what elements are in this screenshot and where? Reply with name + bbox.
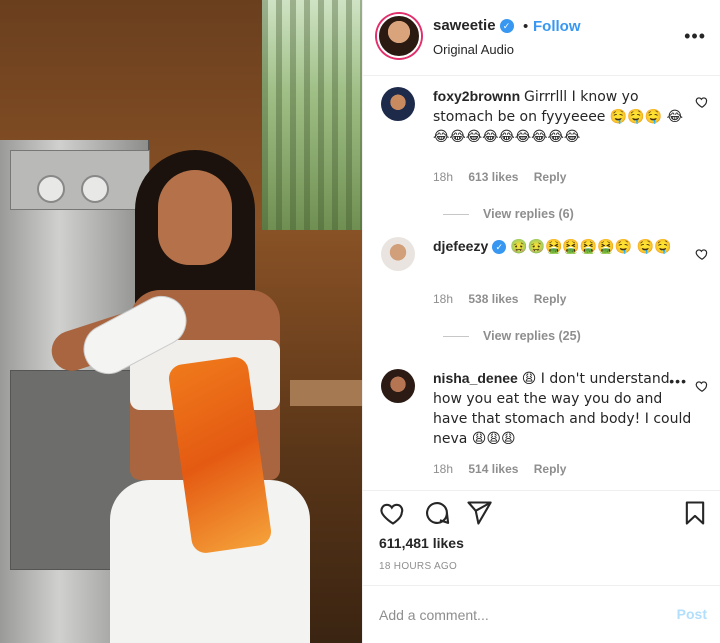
post-comment-button[interactable]: Post (677, 606, 707, 622)
likes-count[interactable]: 611,481 likes (379, 535, 464, 551)
post-header: saweetie ✓ • Follow Original Audio ••• (363, 0, 720, 76)
post-sidebar: saweetie ✓ • Follow Original Audio ••• fo… (362, 0, 720, 643)
more-options-icon[interactable]: ••• (684, 26, 706, 47)
verified-badge-icon: ✓ (499, 19, 514, 34)
reply-button[interactable]: Reply (534, 292, 567, 306)
comment-text: 🤢🤢🤮🤮🤮🤮🤤 🤤🤤 (510, 239, 672, 255)
comment-username[interactable]: foxy2brownn (433, 88, 520, 104)
verified-badge-icon: ✓ (492, 240, 507, 255)
heart-icon[interactable] (695, 95, 709, 109)
comment-time[interactable]: 18h (433, 292, 453, 306)
reply-button[interactable]: Reply (534, 170, 567, 184)
comment-body: djefeezy ✓ 🤢🤢🤮🤮🤮🤮🤤 🤤🤤 (433, 237, 695, 257)
author-username[interactable]: saweetie ✓ (433, 17, 514, 34)
comment-icon[interactable] (423, 499, 451, 527)
share-icon[interactable] (465, 499, 493, 527)
view-replies-button[interactable]: View replies (25) (443, 329, 581, 343)
author-avatar[interactable] (377, 14, 421, 58)
post-timestamp[interactable]: 18 HOURS AGO (379, 561, 457, 572)
comments-list[interactable]: foxy2brownn Girrrlll I know yo stomach b… (363, 77, 720, 489)
person (46, 150, 310, 643)
commenter-avatar[interactable] (381, 87, 415, 121)
heart-icon[interactable] (379, 499, 407, 527)
comment-likes[interactable]: 514 likes (468, 462, 518, 476)
heart-icon[interactable] (695, 379, 709, 393)
oven-knob (37, 175, 65, 203)
comment-username[interactable]: djefeezy (433, 238, 488, 254)
comment-username[interactable]: nisha_denee (433, 370, 518, 386)
comment-time[interactable]: 18h (433, 462, 453, 476)
face (158, 170, 232, 265)
comment-input[interactable] (379, 604, 639, 626)
add-comment-bar: Post (363, 585, 720, 643)
comment-meta: 18h 613 likes Reply (433, 170, 578, 184)
separator-dot: • (523, 18, 529, 35)
post-photo[interactable] (0, 0, 362, 643)
commenter-avatar[interactable] (381, 237, 415, 271)
comment-time[interactable]: 18h (433, 170, 453, 184)
comment-meta: 18h 514 likes Reply (433, 462, 578, 476)
comment-body: nisha_denee 😩 I don't understand how you… (433, 369, 695, 449)
comment-meta: 18h 538 likes Reply (433, 292, 578, 306)
comment-more-icon[interactable]: ••• (669, 373, 687, 389)
bookmark-icon[interactable] (681, 499, 709, 527)
comment-body: foxy2brownn Girrrlll I know yo stomach b… (433, 87, 695, 147)
audio-label[interactable]: Original Audio (433, 42, 514, 57)
reply-button[interactable]: Reply (534, 462, 567, 476)
commenter-avatar[interactable] (381, 369, 415, 403)
comment-likes[interactable]: 613 likes (468, 170, 518, 184)
view-replies-button[interactable]: View replies (6) (443, 207, 574, 221)
heart-icon[interactable] (695, 247, 709, 261)
comment-likes[interactable]: 538 likes (468, 292, 518, 306)
follow-button[interactable]: Follow (533, 18, 581, 35)
